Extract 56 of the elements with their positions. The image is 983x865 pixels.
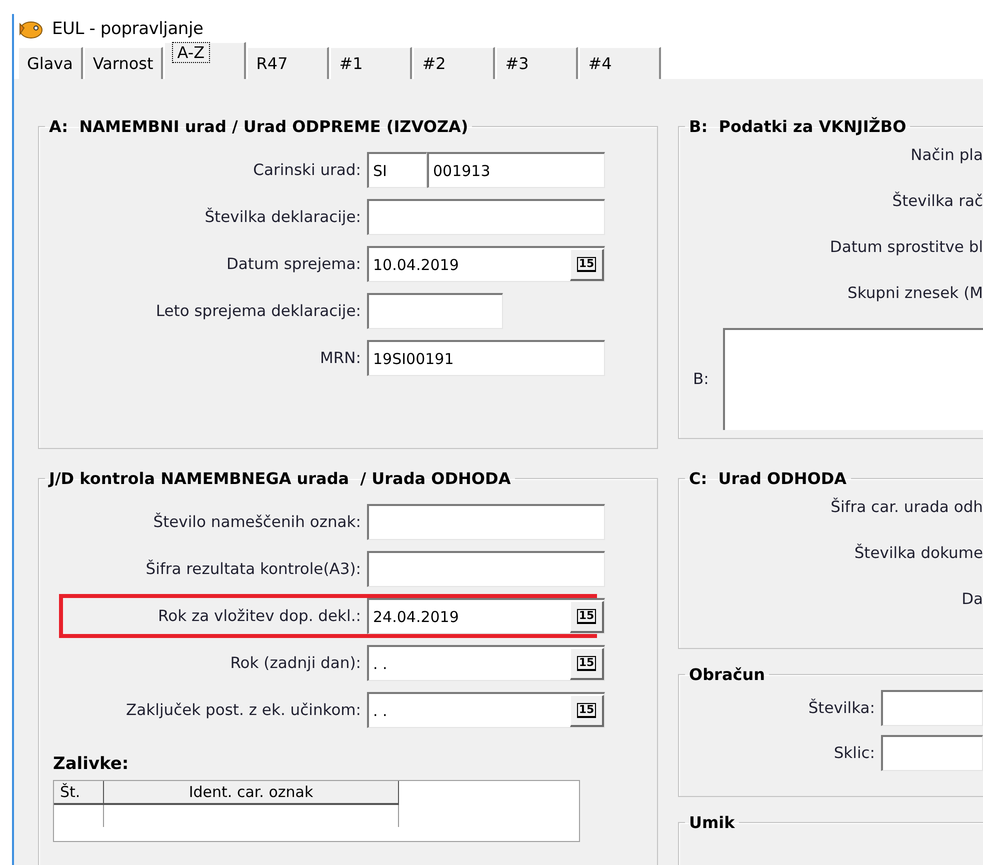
- calendar-button[interactable]: 15: [570, 648, 604, 680]
- tab[interactable]: Varnost: [84, 47, 164, 79]
- memo-field[interactable]: [722, 328, 983, 430]
- text-field[interactable]: [367, 293, 503, 329]
- field-label: MRN:: [319, 349, 361, 367]
- tab[interactable]: #2: [413, 47, 496, 79]
- section-title: Zalivke:: [53, 754, 130, 774]
- field-label: Številka deklaracije:: [204, 208, 361, 226]
- field-label: Skupni znesek (M: [848, 284, 983, 302]
- country-field[interactable]: SI: [367, 152, 427, 188]
- group-title: C: Urad ODHODA: [688, 469, 848, 488]
- group-title: B: Podatki za VKNJIŽBO: [688, 117, 908, 136]
- tab[interactable]: Glava: [18, 47, 83, 79]
- field-label: Številka rač: [892, 192, 983, 210]
- field-label: Šifra car. urada odh: [830, 498, 983, 516]
- group-title: Obračun: [688, 665, 766, 684]
- text-field[interactable]: [367, 199, 605, 235]
- field-label: Način pla: [910, 146, 983, 164]
- field-label: Šifra rezultata kontrole(A3):: [144, 560, 361, 578]
- field-label: B:: [693, 370, 709, 388]
- column-header[interactable]: Št.: [54, 781, 104, 803]
- column-header[interactable]: Ident. car. oznak: [104, 781, 399, 803]
- tab[interactable]: A-Z: [164, 42, 246, 79]
- field-label: Številka:: [807, 699, 875, 717]
- date-field[interactable]: 24.04.2019 15: [367, 598, 605, 634]
- calendar-button[interactable]: 15: [570, 248, 604, 280]
- field-label: Številka dokume: [854, 544, 983, 562]
- text-field[interactable]: [881, 735, 983, 771]
- tab[interactable]: #1: [330, 47, 412, 79]
- group-title: Umik: [688, 813, 736, 832]
- tab[interactable]: #4: [579, 47, 662, 79]
- field-label: Da: [962, 590, 983, 608]
- tab[interactable]: R47: [247, 47, 330, 79]
- calendar-button[interactable]: 15: [570, 600, 604, 632]
- field-label: Datum sprejema:: [225, 255, 361, 273]
- tab[interactable]: #3: [496, 47, 578, 79]
- text-field[interactable]: [881, 690, 983, 726]
- field-label: Datum sprostitve bl: [830, 238, 983, 256]
- date-field[interactable]: . . 15: [367, 645, 605, 681]
- text-field[interactable]: 19SI00191: [367, 340, 605, 376]
- calendar-button[interactable]: 15: [570, 694, 604, 726]
- date-field[interactable]: . . 15: [367, 692, 605, 728]
- field-label: Rok (zadnji dan):: [229, 654, 361, 672]
- group-title: A: NAMEMBNI urad / Urad ODPREME (IZVOZA): [48, 117, 470, 136]
- date-field[interactable]: 10.04.2019 15: [367, 246, 605, 282]
- field-label: Sklic:: [832, 744, 875, 762]
- code-field[interactable]: 001913: [427, 152, 605, 188]
- group-title: J/D kontrola NAMEMBNEGA urada / Urada ODHODA: [47, 469, 512, 488]
- field-label: Rok za vložitev dop. dekl.:: [157, 607, 361, 625]
- field-label: Število nameščenih oznak:: [152, 513, 361, 531]
- field-label: Zaključek post. z ek. učinkom:: [125, 701, 361, 719]
- field-label: Carinski urad:: [252, 161, 361, 179]
- text-field[interactable]: [367, 551, 605, 587]
- window-title: EUL - popravljanje: [52, 19, 204, 39]
- field-label: Leto sprejema deklaracije:: [154, 302, 361, 320]
- text-field[interactable]: [367, 504, 605, 540]
